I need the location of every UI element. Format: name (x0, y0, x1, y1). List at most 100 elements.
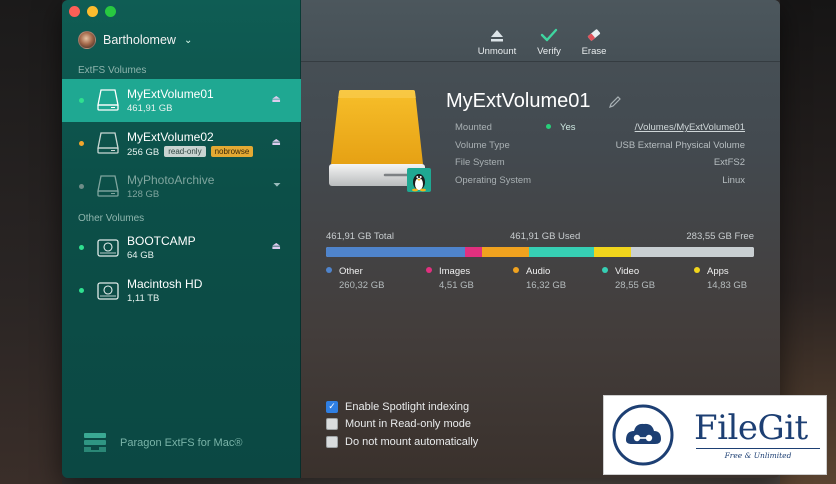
property-value: Linux (722, 174, 745, 186)
volume-name: BOOTCAMP (127, 234, 196, 248)
legend-images: Images 4,51 GB (426, 266, 474, 291)
filegit-watermark: FileGit Free & Unlimited (603, 395, 827, 475)
legend-dot (326, 267, 332, 273)
verify-label: Verify (537, 46, 561, 57)
sidebar-item-myextvolume01[interactable]: MyExtVolume01 461,91 GB ⏏ (62, 79, 301, 122)
filegit-logo-icon (612, 404, 674, 466)
mount-path-link[interactable]: /Volumes/MyExtVolume01 (635, 122, 745, 133)
erase-button[interactable]: Erase (577, 26, 611, 57)
mount-icon[interactable]: ⏷ (273, 180, 281, 191)
legend-value: 28,55 GB (615, 280, 656, 291)
legend-dot (513, 267, 519, 273)
erase-label: Erase (581, 46, 607, 57)
volume-size: 64 GB (127, 250, 154, 261)
volume-size: 256 GB (127, 147, 160, 158)
minimize-window-button[interactable] (87, 6, 98, 17)
zoom-window-button[interactable] (105, 6, 116, 17)
volume-name: MyPhotoArchive (127, 173, 215, 187)
external-drive-icon (97, 132, 119, 154)
option-label: Enable Spotlight indexing (345, 400, 470, 413)
sidebar-item-myextvolume02[interactable]: MyExtVolume02 256 GB read-only nobrowse ⏏ (62, 122, 301, 165)
legend-value: 14,83 GB (707, 280, 748, 291)
eject-icon[interactable]: ⏏ (272, 137, 281, 148)
mounted-status-dot (79, 245, 84, 250)
sidebar-item-macintosh-hd[interactable]: Macintosh HD 1,11 TB (62, 269, 301, 312)
checkbox-unchecked[interactable] (326, 418, 338, 431)
external-drive-icon (97, 89, 119, 111)
sidebar-item-myphotoarchive[interactable]: MyPhotoArchive 128 GB ⏷ (62, 165, 301, 208)
checkmark-icon (540, 28, 558, 42)
volume-size: 128 GB (127, 189, 160, 200)
volume-name: MyExtVolume01 (127, 87, 214, 101)
internal-drive-icon (97, 239, 119, 257)
desktop-background-left (0, 0, 62, 484)
mounted-status-dot (79, 141, 84, 146)
close-window-button[interactable] (69, 6, 80, 17)
window-controls (69, 6, 116, 17)
checkbox-checked[interactable]: ✓ (326, 400, 338, 413)
legend-name: Other (339, 266, 363, 277)
watermark-subtitle: Free & Unlimited (696, 448, 820, 460)
chevron-down-icon: ⌄ (183, 34, 193, 46)
volume-properties: Mounted Yes /Volumes/MyExtVolume01 Volum… (455, 122, 745, 192)
property-key: Mounted (455, 122, 492, 133)
read-only-tag: read-only (164, 146, 206, 157)
property-value: Yes (546, 122, 576, 133)
eject-icon[interactable]: ⏏ (272, 241, 281, 252)
eject-icon[interactable]: ⏏ (272, 94, 281, 105)
volume-size-row: 256 GB read-only nobrowse (127, 146, 254, 158)
volume-size: 1,11 TB (127, 293, 160, 304)
property-key: File System (455, 157, 505, 168)
eraser-icon (587, 29, 601, 41)
mounted-status-dot (79, 98, 84, 103)
usage-segment-audio (482, 247, 529, 257)
rename-pencil-icon[interactable] (608, 95, 622, 109)
nobrowse-tag: nobrowse (210, 146, 254, 157)
verify-button[interactable]: Verify (532, 26, 566, 57)
brand-name: Paragon ExtFS for Mac® (120, 437, 243, 449)
usage-free: 283,55 GB Free (686, 231, 754, 242)
volume-title: MyExtVolume01 (446, 90, 591, 112)
external-drive-icon (97, 175, 119, 197)
checkbox-unchecked[interactable] (326, 435, 338, 448)
volume-name: Macintosh HD (127, 277, 203, 291)
legend-value: 260,32 GB (339, 280, 385, 291)
option-label: Do not mount automatically (345, 435, 479, 448)
option-label: Mount in Read-only mode (345, 418, 471, 431)
legend-apps: Apps 14,83 GB (694, 266, 747, 291)
volume-name: MyExtVolume02 (127, 130, 214, 144)
sidebar: Bartholomew ⌄ ExtFS Volumes MyExtVolume0… (62, 0, 301, 478)
section-label-extfs: ExtFS Volumes (78, 65, 147, 76)
property-row-file-system: File System ExtFS2 (455, 157, 745, 175)
toolbar: Unmount Verify Erase (301, 0, 780, 62)
usage-segment-images (465, 247, 483, 257)
unmounted-status-dot (79, 184, 84, 189)
legend-value: 16,32 GB (526, 280, 567, 291)
user-menu[interactable]: Bartholomew ⌄ (78, 31, 192, 49)
property-key: Operating System (455, 174, 532, 186)
linux-penguin-icon (412, 174, 426, 192)
option-do-not-mount[interactable]: Do not mount automatically (326, 433, 478, 451)
usage-used: 461,91 GB Used (510, 231, 581, 242)
property-value: ExtFS2 (713, 157, 745, 168)
legend-dot (426, 267, 432, 273)
option-spotlight-indexing[interactable]: ✓ Enable Spotlight indexing (326, 398, 478, 416)
mounted-status-dot (79, 288, 84, 293)
property-row-operating-system: Operating System Linux (455, 175, 745, 193)
usage-segment-video (528, 247, 594, 257)
legend-other: Other 260,32 GB (326, 266, 384, 291)
usage-total: 461,91 GB Total (326, 231, 394, 242)
property-row-mounted: Mounted Yes /Volumes/MyExtVolume01 (455, 122, 745, 140)
avatar (78, 31, 96, 49)
legend-name: Video (615, 266, 640, 277)
property-key: Volume Type (455, 139, 510, 151)
legend-value: 4,51 GB (439, 280, 474, 291)
legend-dot (694, 267, 700, 273)
legend-name: Apps (707, 266, 729, 277)
option-read-only-mode[interactable]: Mount in Read-only mode (326, 416, 478, 434)
legend-audio: Audio 16,32 GB (513, 266, 566, 291)
property-row-volume-type: Volume Type USB External Physical Volume (455, 140, 745, 158)
unmount-button[interactable]: Unmount (474, 26, 520, 57)
sidebar-item-bootcamp[interactable]: BOOTCAMP 64 GB ⏏ (62, 226, 301, 269)
legend-video: Video 28,55 GB (602, 266, 655, 291)
